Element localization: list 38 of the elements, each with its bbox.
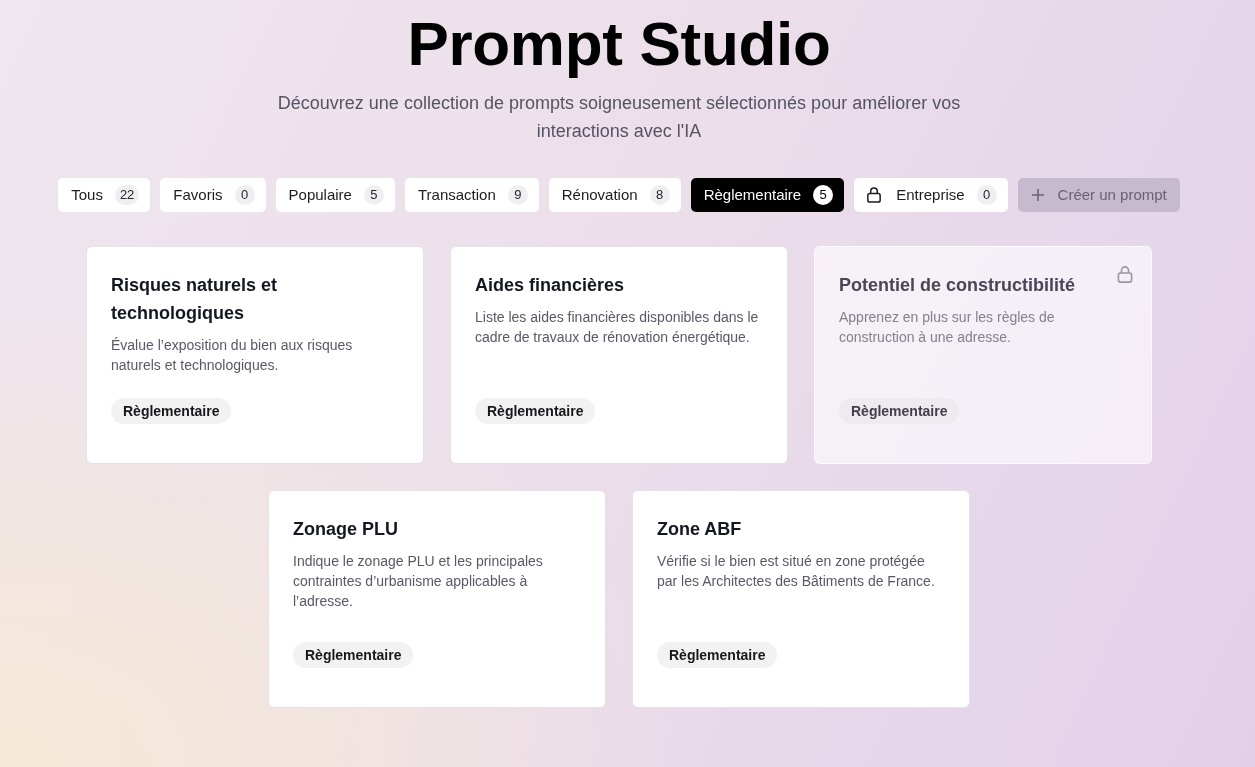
card-title: Aides financières <box>475 274 626 297</box>
prompt-card[interactable]: Risques naturels et technologiques Évalue l’exposition du bien aux risques naturels et technologiques. Règlementaire <box>86 246 424 464</box>
lock-icon <box>1117 266 1133 283</box>
category-tag: Règlementaire <box>839 398 960 424</box>
tab-count: 5 <box>363 185 384 205</box>
card-description: Indique le zonage PLU et les principales contraintes d’urbanisme applicables à l’adresse. <box>293 552 544 611</box>
card-description: Apprenez en plus sur les règles de construction à une adresse. <box>839 308 1056 347</box>
filter-tab[interactable]: Tous 22 <box>58 178 151 212</box>
category-tag: Règlementaire <box>657 642 778 668</box>
prompt-card[interactable]: Aides financières Liste les aides financières disponibles dans le cadre de travaux de rénovation énergétique. Règlementaire <box>450 246 788 464</box>
filter-tab[interactable]: Règlementaire 5 <box>690 178 845 212</box>
card-title: Zonage PLU <box>293 518 399 541</box>
tab-count: 22 <box>114 185 140 205</box>
tab-count: 9 <box>507 185 528 205</box>
page-subtitle: Découvrez une collection de prompts soigneusement sélectionnés pour améliorer vos interactions avec l'IA <box>276 92 962 143</box>
prompt-card[interactable]: Potentiel de constructibilité Apprenez en plus sur les règles de construction à une adresse. Règlementaire <box>814 246 1152 464</box>
card-description: Évalue l’exposition du bien aux risques naturels et technologiques. <box>111 336 354 375</box>
card-title: Potentiel de constructibilité <box>839 274 1077 297</box>
filter-tab[interactable]: Entreprise 0 <box>854 178 1008 212</box>
category-tag: Règlementaire <box>475 398 596 424</box>
tab-count: 0 <box>234 185 255 205</box>
filter-tab[interactable]: Rénovation 8 <box>548 178 681 212</box>
card-description: Vérifie si le bien est situé en zone protégée par les Architectes des Bâtiments de France. <box>657 552 936 591</box>
filter-tab[interactable]: Populaire 5 <box>275 178 395 212</box>
filter-tab[interactable]: Favoris 0 <box>160 178 266 212</box>
page-title: Prompt Studio <box>407 8 831 80</box>
category-tag: Règlementaire <box>111 398 232 424</box>
prompt-card[interactable]: Zonage PLU Indique le zonage PLU et les principales contraintes d’urbanisme applicables à l’adresse. Règlementaire <box>268 490 606 708</box>
plus-icon <box>1031 189 1044 201</box>
filter-tab[interactable]: Transaction 9 <box>404 178 539 212</box>
tab-count: 5 <box>813 185 834 205</box>
card-title: Risques naturels et technologiques <box>111 274 279 325</box>
tab-count: 8 <box>649 185 670 205</box>
card-title: Zone ABF <box>657 518 743 541</box>
tab-count: 0 <box>976 185 997 205</box>
card-description: Liste les aides financières disponibles dans le cadre de travaux de rénovation énergétique. <box>475 308 760 347</box>
category-tag: Règlementaire <box>293 642 414 668</box>
prompt-card[interactable]: Zone ABF Vérifie si le bien est situé en zone protégée par les Architectes des Bâtiments de France. Règlementaire <box>632 490 970 708</box>
